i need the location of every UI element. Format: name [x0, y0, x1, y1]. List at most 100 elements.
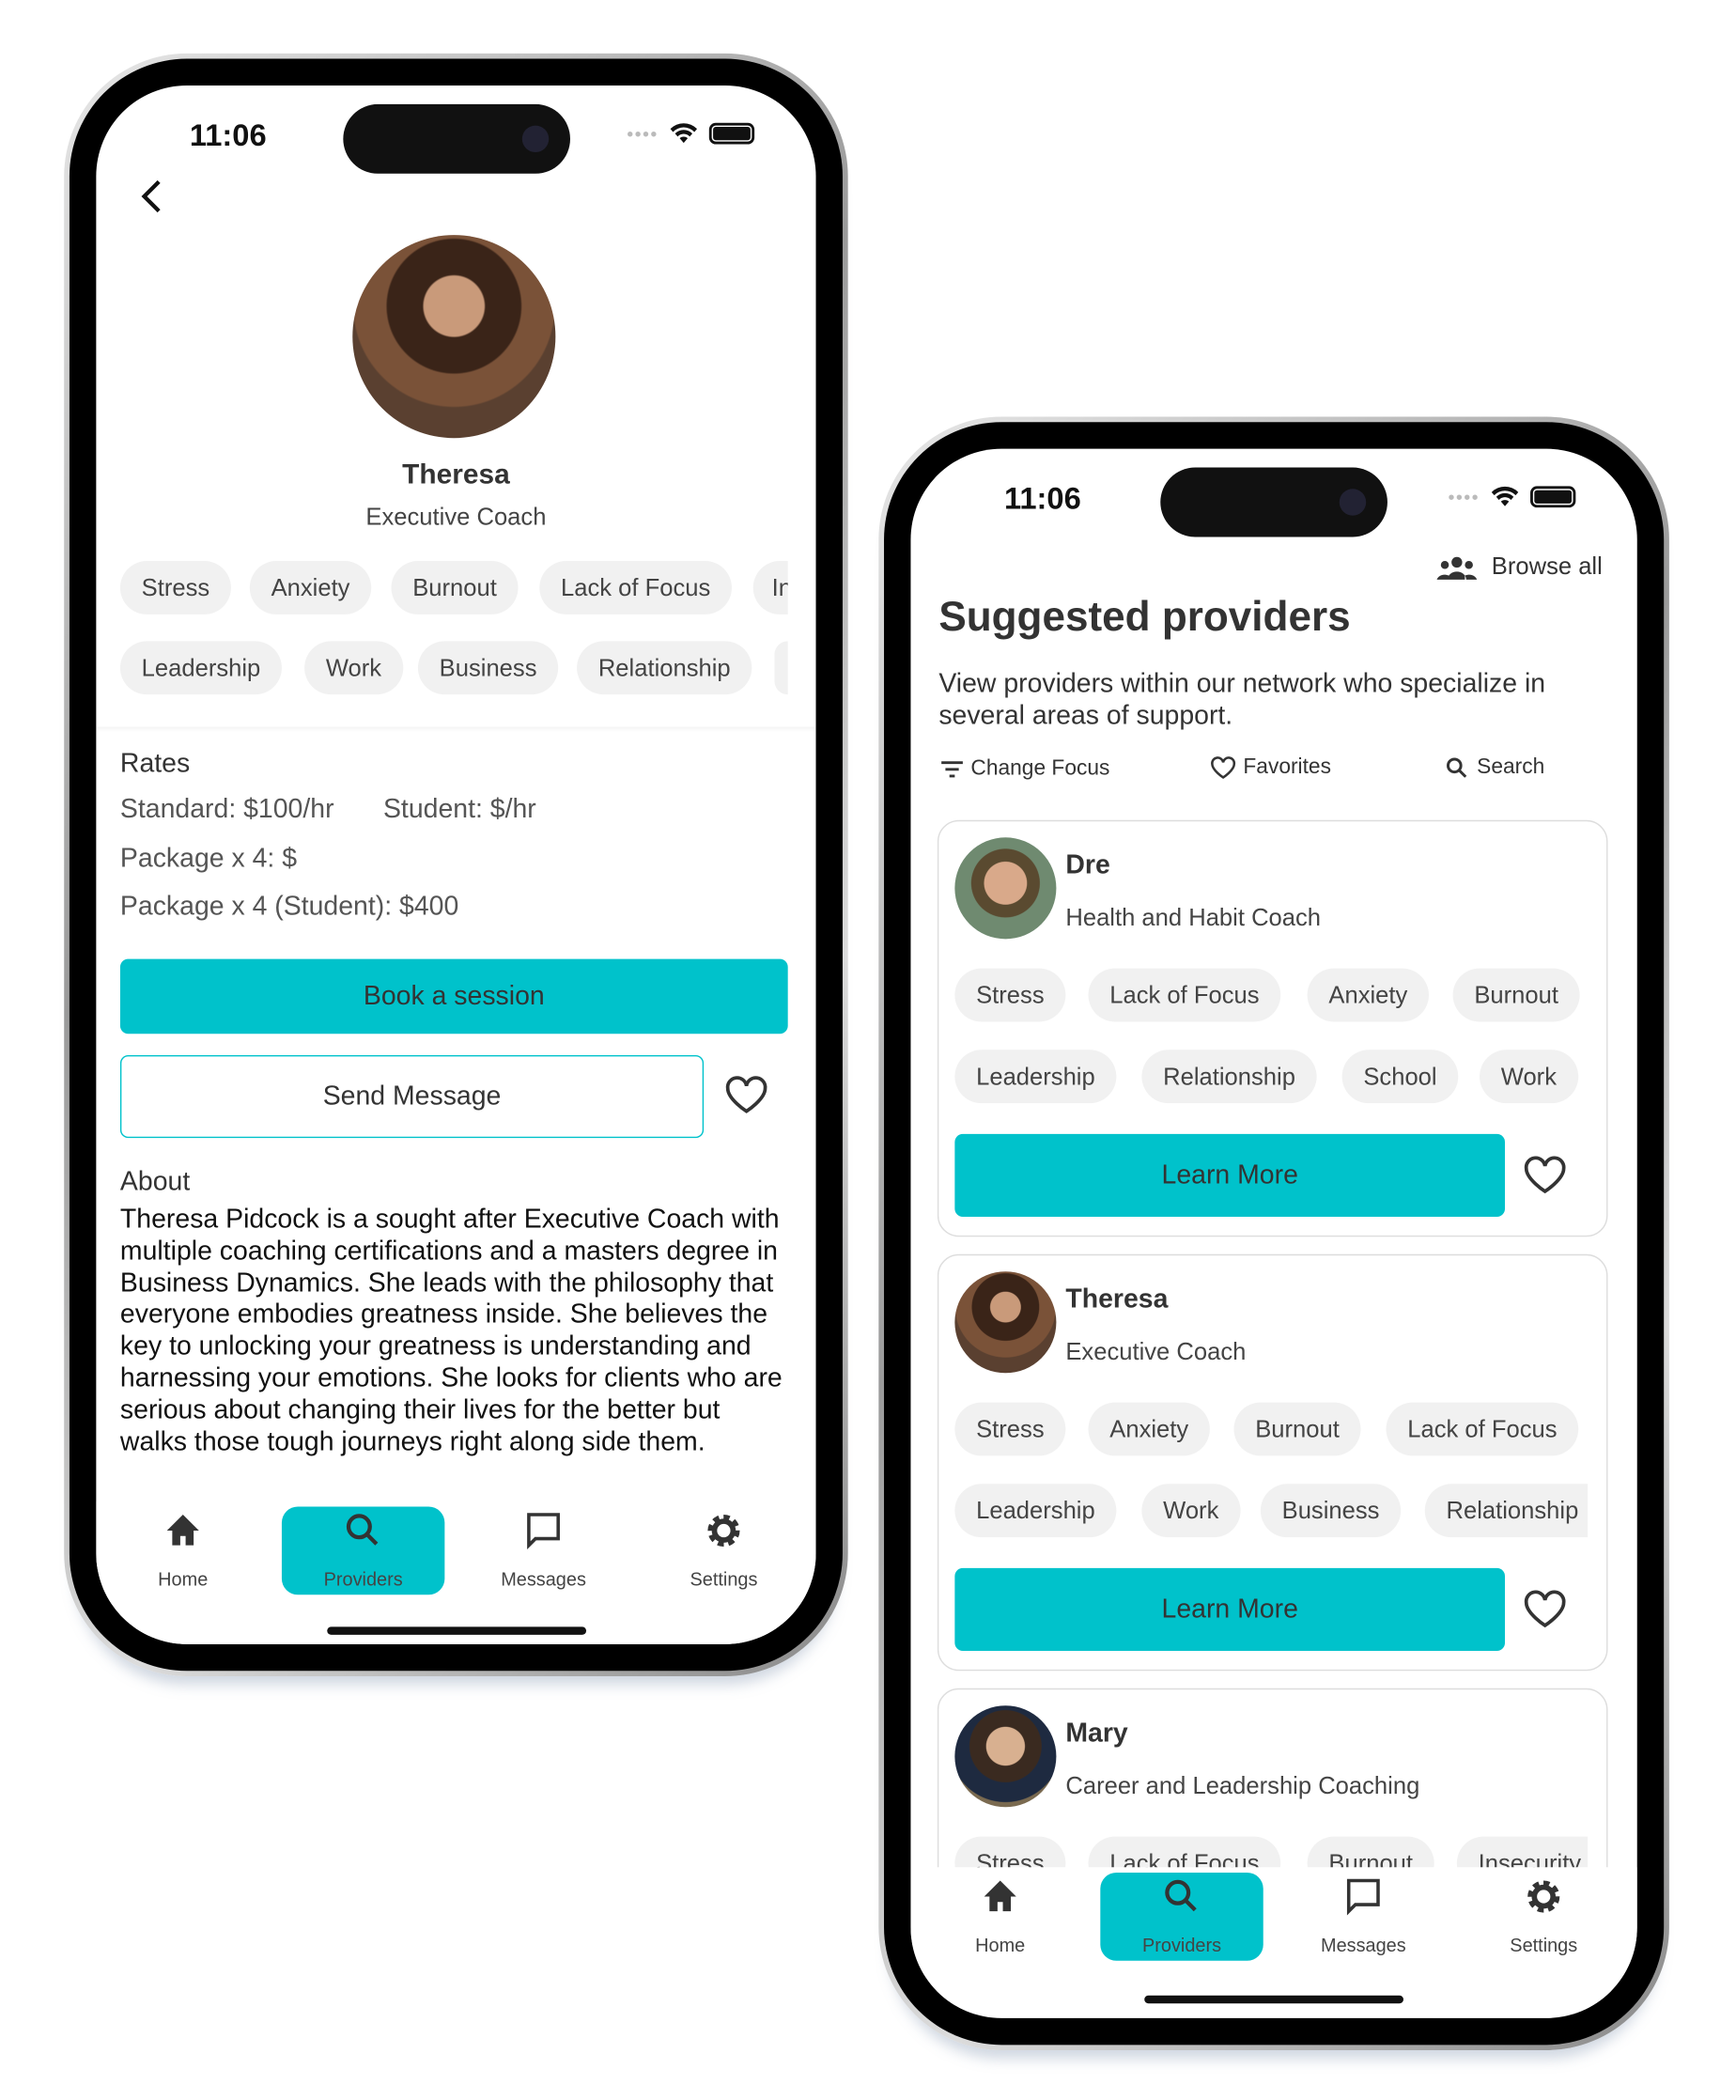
- chevron-left-icon[interactable]: [136, 177, 168, 217]
- message-icon: [1346, 1878, 1380, 1916]
- tag-chip: In: [752, 561, 788, 614]
- tag-chip: Leadership: [119, 641, 283, 695]
- bottom-nav: Home Providers Messages Settings: [96, 1501, 816, 1644]
- tag-chip: Work: [1141, 1484, 1241, 1538]
- about-text: Theresa Pidcock is a sought after Execut…: [119, 1205, 783, 1457]
- favorite-heart-icon[interactable]: [1523, 1156, 1568, 1196]
- tag-chip: Leadership: [954, 1050, 1117, 1104]
- tag-chip: Lack of Focus: [539, 561, 733, 614]
- learn-more-button[interactable]: Learn More: [954, 1567, 1506, 1651]
- provider-card: Dre Health and Habit Coach Stress Lack o…: [937, 819, 1608, 1237]
- phone-profile: 11:06 •••• Theresa Executive Coach Stres…: [64, 53, 848, 1676]
- avatar: [954, 837, 1057, 940]
- rates-title: Rates: [119, 749, 191, 779]
- page-subtitle: View providers within our network who sp…: [938, 669, 1546, 731]
- nav-settings[interactable]: Settings: [643, 1506, 805, 1594]
- provider-role: Executive Coach: [1065, 1338, 1247, 1365]
- search-icon: [1165, 1879, 1197, 1912]
- favorite-heart-icon[interactable]: [723, 1075, 768, 1115]
- tag-chip: Work: [304, 641, 403, 695]
- search-icon: [346, 1514, 379, 1546]
- wifi-icon: [1491, 486, 1519, 506]
- rate-package: Package x 4: $: [119, 844, 298, 874]
- people-icon: [1436, 556, 1478, 580]
- provider-role: Health and Habit Coach: [1065, 904, 1322, 931]
- book-session-button[interactable]: Book a session: [119, 958, 788, 1034]
- provider-name: Dre: [1065, 850, 1110, 880]
- favorite-heart-icon[interactable]: [1523, 1590, 1568, 1630]
- tag-chip: Relationship: [1424, 1484, 1589, 1538]
- page-title: Suggested providers: [938, 593, 1351, 640]
- rate-student: Student: $/hr: [382, 794, 536, 825]
- home-icon: [166, 1514, 199, 1546]
- battery-icon: [708, 122, 755, 145]
- tag-chip: Lack of Focus: [1386, 1402, 1579, 1456]
- home-indicator: [1144, 1995, 1403, 2004]
- tag-chip: Stress: [954, 968, 1066, 1022]
- nav-home[interactable]: Home: [101, 1506, 264, 1594]
- status-time: 11:06: [1003, 480, 1081, 516]
- tag-chip: Stress: [954, 1402, 1066, 1456]
- dynamic-island: [342, 103, 570, 174]
- provider-role: Executive Coach: [365, 503, 547, 531]
- tag-chip: School: [1341, 1050, 1459, 1104]
- gear-icon: [1527, 1880, 1560, 1913]
- heart-icon: [1211, 756, 1236, 779]
- filter-change-focus[interactable]: Change Focus: [940, 757, 1109, 782]
- learn-more-button[interactable]: Learn More: [954, 1133, 1506, 1217]
- filter-favorites[interactable]: Favorites: [1210, 756, 1331, 781]
- tag-chip: Anxiety: [249, 561, 372, 614]
- gear-icon: [707, 1514, 740, 1548]
- tag-chip: Business: [417, 641, 559, 695]
- signal-icon: ••••: [1448, 486, 1480, 508]
- battery-icon: [1530, 486, 1576, 508]
- status-icons: ••••: [1448, 486, 1576, 508]
- phone-list: 11:06 •••• Browse all Suggested provider…: [878, 416, 1669, 2051]
- tag-chip: Relationship: [1141, 1050, 1317, 1104]
- home-icon: [984, 1880, 1016, 1912]
- divider: [96, 722, 815, 727]
- filter-search[interactable]: Search: [1445, 756, 1544, 781]
- avatar: [954, 1705, 1057, 1808]
- signal-icon: ••••: [627, 122, 659, 145]
- rate-package-student: Package x 4 (Student): $400: [119, 892, 459, 922]
- nav-providers[interactable]: Providers: [1100, 1872, 1263, 1961]
- provider-name: Mary: [1065, 1719, 1128, 1749]
- avatar: [352, 235, 556, 439]
- wifi-icon: [670, 123, 698, 144]
- dynamic-island: [1160, 467, 1387, 537]
- tag-chip: Leadership: [954, 1484, 1117, 1538]
- tag-chip: Burnout: [1452, 968, 1580, 1022]
- rate-standard: Standard: $100/hr: [119, 794, 334, 825]
- status-time: 11:06: [189, 117, 267, 153]
- tag-chip: Work: [1480, 1050, 1578, 1104]
- browse-all-link[interactable]: Browse all: [1435, 553, 1603, 582]
- nav-home[interactable]: Home: [919, 1873, 1081, 1961]
- tag-chip: Anxiety: [1307, 968, 1430, 1022]
- provider-name: Theresa: [402, 459, 510, 490]
- tag-chip: Stress: [119, 561, 231, 614]
- providers-screen: 11:06 •••• Browse all Suggested provider…: [910, 448, 1637, 2018]
- status-icons: ••••: [627, 122, 755, 145]
- avatar: [954, 1271, 1057, 1374]
- tag-chip: Relationship: [577, 641, 752, 695]
- search-icon: [1446, 757, 1467, 778]
- nav-settings[interactable]: Settings: [1463, 1873, 1625, 1961]
- send-message-button[interactable]: Send Message: [119, 1054, 705, 1139]
- about-title: About: [119, 1167, 191, 1197]
- provider-name: Theresa: [1065, 1284, 1169, 1314]
- filter-icon: [941, 761, 963, 778]
- tag-chip: [774, 641, 788, 695]
- bottom-nav: Home Providers Messages Settings: [910, 1867, 1637, 2014]
- tag-chip: Lack of Focus: [1088, 968, 1281, 1022]
- home-indicator: [326, 1626, 586, 1635]
- message-icon: [527, 1513, 560, 1549]
- tag-chip: Anxiety: [1088, 1402, 1210, 1456]
- tag-chip: Burnout: [1233, 1402, 1361, 1456]
- tag-chip: Business: [1260, 1484, 1402, 1538]
- tag-chip: Burnout: [391, 561, 519, 614]
- provider-role: Career and Leadership Coaching: [1065, 1772, 1420, 1799]
- nav-messages[interactable]: Messages: [462, 1506, 625, 1594]
- nav-providers[interactable]: Providers: [281, 1506, 445, 1595]
- nav-messages[interactable]: Messages: [1282, 1873, 1445, 1961]
